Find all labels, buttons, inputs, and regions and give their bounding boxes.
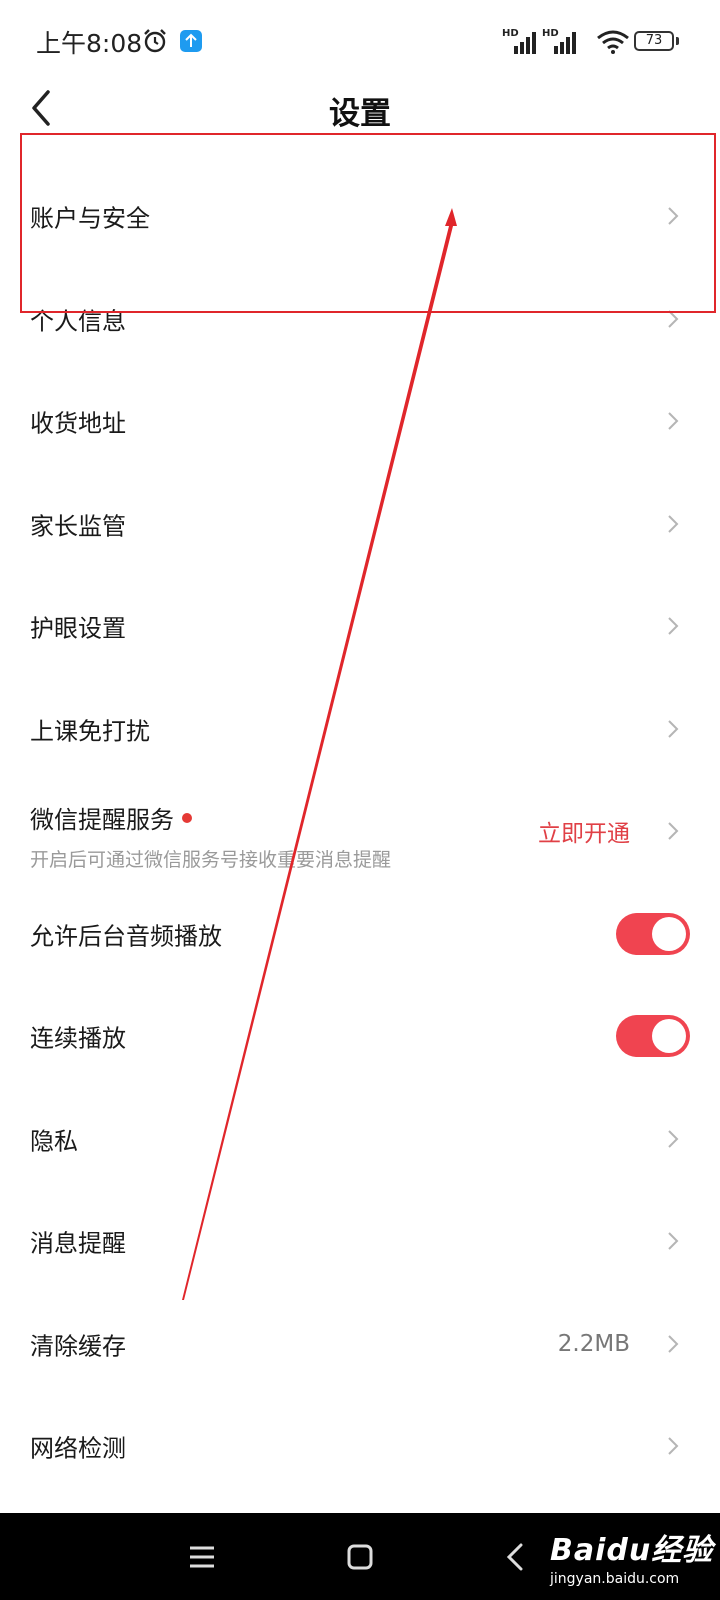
settings-item-shipping-address[interactable]: 收货地址 — [0, 370, 720, 473]
settings-item-eye-care[interactable]: 护眼设置 — [0, 575, 720, 678]
menu-icon[interactable] — [184, 1539, 220, 1575]
settings-item-label: 账户与安全 — [30, 204, 150, 233]
settings-item-label: 收货地址 — [30, 409, 126, 438]
settings-item-continuous-play: 连续播放 — [0, 985, 720, 1088]
signal-icon-2: HD — [542, 28, 578, 54]
chevron-right-icon — [668, 412, 679, 430]
wechat-reminder-text: 微信提醒服务 开启后可通过微信服务号接收重要消息提醒 — [30, 800, 391, 872]
chevron-right-icon — [668, 720, 679, 738]
settings-item-notifications[interactable]: 消息提醒 — [0, 1190, 720, 1293]
chevron-right-icon — [668, 310, 679, 328]
upload-notification-icon — [180, 30, 202, 52]
settings-item-label: 家长监管 — [30, 512, 126, 541]
chevron-right-icon — [668, 1130, 679, 1148]
toggle-knob — [652, 916, 686, 951]
chevron-right-icon — [668, 1437, 679, 1455]
chevron-right-icon — [668, 1232, 679, 1250]
settings-item-personal-info[interactable]: 个人信息 — [0, 268, 720, 371]
watermark-brand: Baidu经验 — [550, 1533, 714, 1568]
settings-item-label: 微信提醒服务 — [30, 806, 174, 834]
status-time: 上午8:08 — [36, 29, 143, 58]
settings-item-privacy[interactable]: 隐私 — [0, 1088, 720, 1191]
settings-item-wechat-reminder[interactable]: 微信提醒服务 开启后可通过微信服务号接收重要消息提醒 立即开通 — [0, 780, 720, 883]
settings-item-account-security[interactable]: 账户与安全 — [0, 165, 720, 268]
continuous-play-toggle[interactable] — [616, 1015, 690, 1058]
status-bar: 上午8:08 HD HD 73 — [0, 0, 720, 80]
battery-indicator: 73 — [634, 31, 674, 51]
chevron-right-icon — [668, 207, 679, 225]
bg-audio-toggle[interactable] — [616, 912, 690, 955]
watermark: Baidu经验 jingyan.baidu.com — [550, 1525, 713, 1587]
settings-item-class-dnd[interactable]: 上课免打扰 — [0, 678, 720, 781]
wechat-reminder-subtitle: 开启后可通过微信服务号接收重要消息提醒 — [30, 849, 392, 871]
wifi-icon — [597, 30, 629, 54]
settings-item-label: 个人信息 — [30, 307, 126, 336]
settings-item-parental-control[interactable]: 家长监管 — [0, 473, 720, 576]
battery-tip — [676, 37, 679, 45]
page-title: 设置 — [329, 96, 391, 132]
wechat-reminder-title: 微信提醒服务 — [30, 800, 391, 835]
settings-item-label: 消息提醒 — [30, 1229, 126, 1258]
header: 设置 — [0, 80, 720, 138]
settings-item-label: 隐私 — [30, 1127, 78, 1156]
chevron-right-icon — [668, 1335, 679, 1353]
settings-list: 账户与安全 个人信息 收货地址 家长监管 护眼设置 上课免打扰 微信提醒服务 开… — [0, 165, 720, 1498]
chevron-right-icon — [668, 515, 679, 533]
settings-item-network-check[interactable]: 网络检测 — [0, 1395, 720, 1498]
alarm-icon — [144, 29, 166, 53]
settings-item-bg-audio: 允许后台音频播放 — [0, 883, 720, 986]
activate-now-link[interactable]: 立即开通 — [538, 814, 630, 848]
home-icon[interactable] — [342, 1539, 378, 1575]
new-badge-dot — [182, 812, 192, 823]
settings-item-label: 允许后台音频播放 — [30, 922, 222, 951]
chevron-right-icon — [668, 617, 679, 635]
settings-item-label: 网络检测 — [30, 1434, 126, 1463]
navigation-bar: Baidu经验 jingyan.baidu.com — [0, 1513, 720, 1600]
chevron-right-icon — [668, 822, 679, 840]
settings-item-label: 连续播放 — [30, 1024, 126, 1053]
signal-icon-1: HD — [502, 28, 538, 54]
settings-item-label: 护眼设置 — [30, 614, 126, 643]
settings-item-label: 上课免打扰 — [30, 717, 150, 746]
cache-size-value: 2.2MB — [557, 1330, 630, 1357]
watermark-url: jingyan.baidu.com — [550, 1571, 680, 1587]
back-nav-icon[interactable] — [498, 1539, 534, 1575]
settings-item-label: 清除缓存 — [30, 1332, 126, 1361]
toggle-knob — [652, 1019, 686, 1054]
settings-item-clear-cache[interactable]: 清除缓存 2.2MB — [0, 1293, 720, 1396]
